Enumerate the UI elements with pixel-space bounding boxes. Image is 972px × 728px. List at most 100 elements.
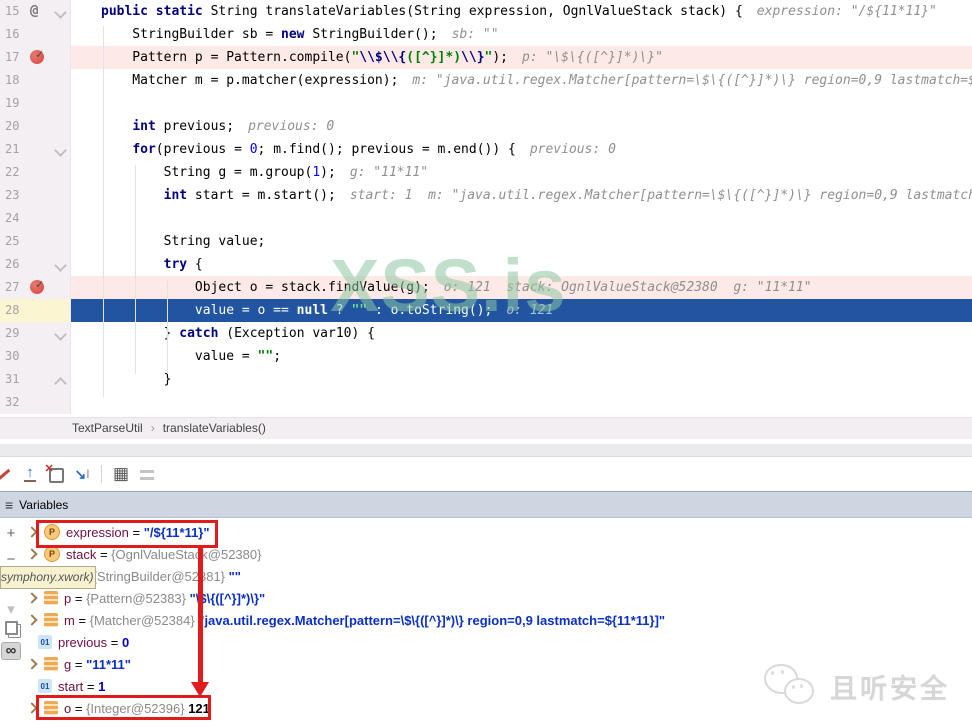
breadcrumb-method[interactable]: translateVariables(): [163, 421, 266, 435]
line-number[interactable]: 15: [5, 0, 19, 23]
code-line-21[interactable]: 21 for(previous = 0; m.find(); previous …: [0, 138, 972, 161]
code-line-31[interactable]: 31 }: [0, 368, 972, 391]
gutter[interactable]: 30: [0, 345, 71, 368]
breakpoint-icon[interactable]: ✓: [30, 280, 44, 294]
chevron-down-icon[interactable]: ▾: [3, 602, 19, 618]
line-number[interactable]: 31: [5, 368, 19, 391]
gutter[interactable]: 16: [0, 23, 71, 46]
variable-row-start[interactable]: 01start = 1: [22, 675, 972, 697]
watch-infinity-icon[interactable]: ∞: [1, 642, 21, 660]
code-line-18[interactable]: 18 Matcher m = p.matcher(expression);m: …: [0, 69, 972, 92]
code-line-23[interactable]: 23 int start = m.start();start: 1 m: "ja…: [0, 184, 972, 207]
code-text[interactable]: Matcher m = p.matcher(expression);m: "ja…: [71, 69, 972, 92]
code-text[interactable]: StringBuilder sb = new StringBuilder();s…: [71, 23, 972, 46]
line-number[interactable]: 32: [5, 391, 19, 414]
expand-chevron-icon[interactable]: [26, 526, 37, 537]
expand-chevron-icon[interactable]: [26, 614, 37, 625]
code-line-27[interactable]: 27 ✓ Object o = stack.findValue(g);o: 121…: [0, 276, 972, 299]
code-text[interactable]: [71, 207, 972, 230]
code-line-17[interactable]: 17✓ Pattern p = Pattern.compile("\\$\\{(…: [0, 46, 972, 69]
gutter[interactable]: 31: [0, 368, 71, 391]
expand-chevron-icon[interactable]: [26, 592, 37, 603]
variable-row-g[interactable]: g = "11*11": [22, 653, 972, 675]
fold-icon[interactable]: [54, 144, 67, 157]
step-out-icon[interactable]: ↑: [17, 462, 43, 486]
variables-header[interactable]: ≡ Variables: [0, 491, 972, 518]
gutter[interactable]: 26: [0, 253, 71, 276]
code-line-26[interactable]: 26 try {: [0, 253, 972, 276]
variable-row-m[interactable]: m = {Matcher@52384} "java.util.regex.Mat…: [22, 609, 972, 631]
layout-settings-icon[interactable]: [134, 462, 160, 486]
breadcrumb-class[interactable]: TextParseUtil: [72, 421, 143, 435]
force-step-over-icon[interactable]: ✕: [43, 462, 69, 486]
gutter[interactable]: 25: [0, 230, 71, 253]
gutter[interactable]: 17 ✓: [0, 46, 71, 69]
line-number[interactable]: 19: [5, 92, 19, 115]
code-line-19[interactable]: 19: [0, 92, 972, 115]
code-text[interactable]: for(previous = 0; m.find(); previous = m…: [71, 138, 972, 161]
line-number[interactable]: 23: [5, 184, 19, 207]
code-text[interactable]: } catch (Exception var10) {: [71, 322, 972, 345]
variable-row-previous[interactable]: 01previous = 0: [22, 631, 972, 653]
line-number[interactable]: 21: [5, 138, 19, 161]
gutter[interactable]: 28: [0, 299, 71, 322]
add-watch-icon[interactable]: +: [3, 526, 19, 542]
line-number[interactable]: 26: [5, 253, 19, 276]
code-line-29[interactable]: 29 } catch (Exception var10) {: [0, 322, 972, 345]
code-text[interactable]: int previous;previous: 0: [71, 115, 972, 138]
line-number[interactable]: 16: [5, 23, 19, 46]
code-line-15[interactable]: 15@public static String translateVariabl…: [0, 0, 972, 23]
line-number[interactable]: 22: [5, 161, 19, 184]
variable-row-o[interactable]: o = {Integer@52396} 121: [22, 697, 972, 719]
gutter[interactable]: 18: [0, 69, 71, 92]
expand-chevron-icon[interactable]: [26, 658, 37, 669]
line-number[interactable]: 20: [5, 115, 19, 138]
code-line-25[interactable]: 25 String value;: [0, 230, 972, 253]
line-number[interactable]: 27: [5, 276, 19, 299]
gutter[interactable]: 32: [0, 391, 71, 414]
code-text[interactable]: value = o == null ? "" : o.toString();o:…: [71, 299, 972, 322]
variable-row-stack[interactable]: Pstack = {OgnlValueStack@52380}: [22, 543, 972, 565]
code-text[interactable]: value = "";: [71, 345, 972, 368]
evaluate-expression-icon[interactable]: ▦: [108, 462, 134, 486]
code-text[interactable]: [71, 92, 972, 115]
code-line-16[interactable]: 16 StringBuilder sb = new StringBuilder(…: [0, 23, 972, 46]
variable-row-p[interactable]: p = {Pattern@52383} "\$\{([^}]*)\}": [22, 587, 972, 609]
step-over-icon[interactable]: [0, 462, 17, 486]
line-number[interactable]: 17: [5, 46, 19, 69]
gutter[interactable]: 27 ✓: [0, 276, 71, 299]
gutter[interactable]: 21: [0, 138, 71, 161]
line-number[interactable]: 18: [5, 69, 19, 92]
code-text[interactable]: }: [71, 368, 972, 391]
fold-icon[interactable]: [54, 259, 67, 272]
run-to-cursor-icon[interactable]: ↘I: [69, 462, 95, 486]
breakpoint-icon[interactable]: ✓: [30, 50, 44, 64]
code-text[interactable]: int start = m.start();start: 1 m: "java.…: [71, 184, 972, 207]
code-editor[interactable]: 15@public static String translateVariabl…: [0, 0, 972, 417]
code-line-20[interactable]: 20 int previous;previous: 0: [0, 115, 972, 138]
code-line-22[interactable]: 22 String g = m.group(1);g: "11*11": [0, 161, 972, 184]
gutter[interactable]: 29: [0, 322, 71, 345]
code-text[interactable]: String value;: [71, 230, 972, 253]
copy-icon[interactable]: [5, 621, 18, 635]
expand-chevron-icon[interactable]: [26, 548, 37, 559]
line-number[interactable]: 29: [5, 322, 19, 345]
fold-icon[interactable]: [54, 6, 67, 19]
code-line-28[interactable]: 28 value = o == null ? "" : o.toString()…: [0, 299, 972, 322]
code-text[interactable]: public static String translateVariables(…: [71, 0, 972, 23]
code-text[interactable]: Object o = stack.findValue(g);o: 121 sta…: [71, 276, 972, 299]
line-number[interactable]: 24: [5, 207, 19, 230]
gutter[interactable]: 19: [0, 92, 71, 115]
code-text[interactable]: [71, 391, 972, 414]
code-line-30[interactable]: 30 value = "";: [0, 345, 972, 368]
expand-chevron-icon[interactable]: [26, 702, 37, 713]
menu-icon[interactable]: ≡: [5, 497, 13, 513]
variable-row-expression[interactable]: Pexpression = "/${11*11}": [22, 521, 972, 543]
variable-row-sb[interactable]: sb = {StringBuilder@52381} "": [22, 565, 972, 587]
fold-icon[interactable]: [54, 328, 67, 341]
gutter[interactable]: 20: [0, 115, 71, 138]
line-number[interactable]: 28: [5, 299, 19, 322]
code-text[interactable]: String g = m.group(1);g: "11*11": [71, 161, 972, 184]
code-line-24[interactable]: 24: [0, 207, 972, 230]
code-line-32[interactable]: 32: [0, 391, 972, 414]
